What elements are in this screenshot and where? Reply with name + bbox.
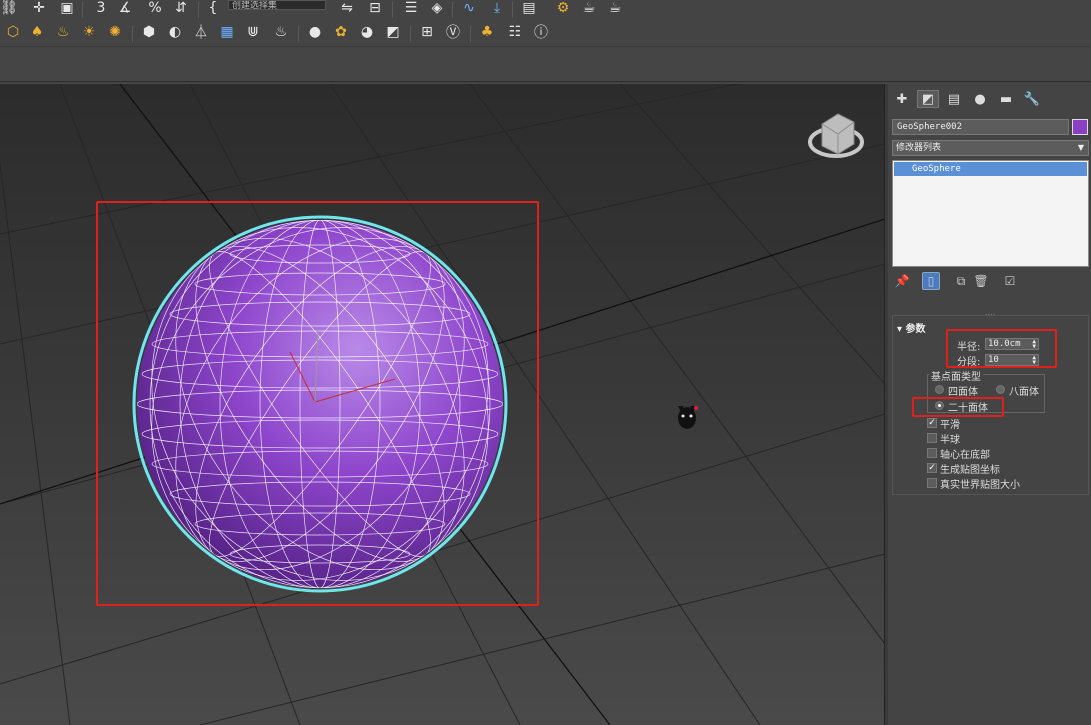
show-end-result-icon[interactable]: ▯ xyxy=(922,272,940,290)
toolbar-separator xyxy=(410,26,411,42)
sparkle-icon[interactable]: ✺ xyxy=(106,24,124,40)
grass-icon[interactable]: ⋓ xyxy=(244,24,262,40)
selection-set-dropdown[interactable]: 创建选择集 xyxy=(228,0,326,10)
secondary-toolbar: ⬡ ♠ ♨ ☀ ✺ ⬢ ◐ ⏃ ▦ ⋓ ♨ ● ✿ ◕ ◩ ⊞ Ⓥ ♣ ☷ ⓘ xyxy=(0,20,1091,46)
display-tab[interactable]: ▬ xyxy=(995,90,1017,108)
curve-editor-icon[interactable]: ∿ xyxy=(460,0,478,16)
light-icon[interactable]: ♨ xyxy=(54,24,72,40)
object-name-field[interactable]: GeoSphere002 xyxy=(892,119,1069,135)
rollout-title: 参数 xyxy=(905,324,926,335)
base-pivot-checkbox[interactable] xyxy=(927,448,937,458)
motion-tab[interactable]: ● xyxy=(969,90,991,108)
base-pivot-label: 轴心在底部 xyxy=(940,450,990,461)
tetra-label: 四面体 xyxy=(948,387,978,398)
make-unique-icon[interactable]: ⧉ xyxy=(952,272,970,290)
render-setup-icon[interactable]: ▤ xyxy=(520,0,538,16)
toolbar-separator xyxy=(198,2,199,18)
smooth-label: 平滑 xyxy=(940,420,960,431)
layer-explorer-icon[interactable]: ☰ xyxy=(402,0,420,16)
remove-modifier-icon[interactable]: 🗑 xyxy=(972,272,990,290)
annotation-box-icosa xyxy=(912,397,1004,417)
tripod-icon[interactable]: ⏃ xyxy=(192,24,210,41)
sun-icon[interactable]: ☀ xyxy=(80,24,98,40)
render-icon[interactable]: ☕ xyxy=(580,0,598,16)
hemisphere-label: 半球 xyxy=(940,435,960,446)
create-tab[interactable]: ✚ xyxy=(891,90,913,108)
main-toolbar: ⛓ ✛ ▣ 3 ∡ % ⇵ { 创建选择集 ⇋ ⊟ ☰ ◈ ∿ ⤓ ▤ ⚙ ☕ … xyxy=(0,0,1091,20)
hemisphere-checkbox[interactable] xyxy=(927,433,937,443)
named-selection-icon[interactable]: { xyxy=(204,0,222,16)
angle-snap-icon[interactable]: ∡ xyxy=(116,0,134,16)
gen-map-coords-label: 生成贴图坐标 xyxy=(940,465,1000,476)
octa-radio[interactable] xyxy=(996,385,1005,394)
snap-icon[interactable]: 3 xyxy=(92,0,110,16)
sphere-icon[interactable]: ● xyxy=(306,24,324,40)
mirror-icon[interactable]: ⇋ xyxy=(338,0,356,16)
pin-stack-icon[interactable]: 📌 xyxy=(893,272,911,290)
particles-icon[interactable]: ✿ xyxy=(332,24,350,40)
palette-icon[interactable]: ◕ xyxy=(358,24,376,40)
toolbar-separator xyxy=(470,26,471,42)
vray-frame-icon[interactable]: ⊞ xyxy=(418,24,436,40)
render-production-icon[interactable]: ☕ xyxy=(606,0,624,16)
toolbar-separator xyxy=(82,2,83,18)
stack-item-geosphere[interactable]: GeoSphere xyxy=(894,162,1087,176)
toolbar-separator xyxy=(512,2,513,18)
light-cone-icon[interactable]: ♠ xyxy=(28,24,46,40)
toolbar-separator xyxy=(452,2,453,18)
smooth-checkbox[interactable]: ✓ xyxy=(927,418,937,428)
light-object-icon xyxy=(678,406,698,429)
list-icon[interactable]: ☷ xyxy=(506,24,524,40)
tetra-radio[interactable] xyxy=(935,385,944,394)
viewcube-icon xyxy=(808,113,864,158)
annotation-box-params xyxy=(946,329,1057,368)
perspective-viewport[interactable] xyxy=(0,84,885,725)
octa-label: 八面体 xyxy=(1009,387,1039,398)
configure-modifier-sets-icon[interactable]: ☑ xyxy=(1001,272,1019,290)
modifier-stack: GeoSphere xyxy=(892,160,1089,267)
toolbar-separator xyxy=(298,26,299,42)
align-icon[interactable]: ⊟ xyxy=(366,0,384,16)
hierarchy-tab[interactable]: ▤ xyxy=(943,90,965,108)
layers-icon[interactable]: ◈ xyxy=(428,0,446,16)
modifier-list-dropdown[interactable]: 修改器列表 ▼ xyxy=(892,140,1089,156)
gen-map-coords-checkbox[interactable]: ✓ xyxy=(927,463,937,473)
real-world-map-label: 真实世界贴图大小 xyxy=(940,480,1020,491)
ribbon-strip xyxy=(0,46,1091,82)
render-frame-icon[interactable]: ⚙ xyxy=(554,0,572,16)
chevron-down-icon: ▼ xyxy=(1077,143,1084,152)
slate-icon[interactable]: ◩ xyxy=(384,24,402,40)
modifier-list-label: 修改器列表 xyxy=(896,143,942,153)
daylight-icon[interactable]: ◐ xyxy=(166,24,184,40)
select-icon[interactable]: ▣ xyxy=(58,0,76,16)
material-editor-icon[interactable]: ⤓ xyxy=(488,0,506,16)
toolbar-separator xyxy=(132,26,133,42)
box-icon[interactable]: ⬢ xyxy=(140,24,158,40)
real-world-map-checkbox[interactable] xyxy=(927,478,937,488)
spinner-snap-icon[interactable]: ⇵ xyxy=(172,0,190,16)
base-type-label: 基点面类型 xyxy=(929,368,983,383)
v-ray-icon[interactable]: Ⓥ xyxy=(444,24,462,41)
modify-tab[interactable]: ◩ xyxy=(917,90,939,108)
fire-icon[interactable]: ♨ xyxy=(272,24,290,40)
toolbar-separator xyxy=(392,2,393,18)
tree-icon[interactable]: ♣ xyxy=(478,24,496,40)
help-icon[interactable]: ⓘ xyxy=(532,24,550,41)
annotation-box-sphere xyxy=(96,201,539,606)
utilities-tab[interactable]: 🔧 xyxy=(1021,90,1043,108)
move-icon[interactable]: ✛ xyxy=(30,0,48,16)
grid-icon[interactable]: ▦ xyxy=(218,24,236,40)
object-color-swatch[interactable] xyxy=(1072,119,1088,135)
geometry-icon[interactable]: ⬡ xyxy=(4,24,22,40)
link-icon[interactable]: ⛓ xyxy=(0,0,18,16)
percent-snap-icon[interactable]: % xyxy=(146,0,164,16)
rollout-header[interactable]: ▾ 参数 xyxy=(897,320,926,335)
